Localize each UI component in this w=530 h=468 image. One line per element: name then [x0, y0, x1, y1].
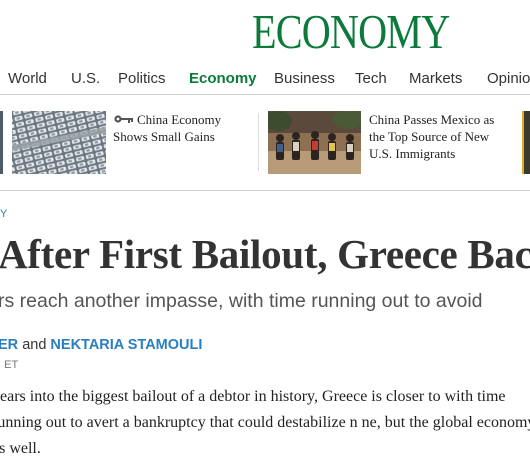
- nav-item-markets[interactable]: Markets: [409, 70, 462, 87]
- promo-divider: [258, 113, 259, 171]
- main-nav: World U.S. Politics Economy Business Tec…: [0, 62, 530, 95]
- article-summary: rs reach another impasse, with time runn…: [0, 290, 483, 312]
- nav-item-tech[interactable]: Tech: [355, 70, 387, 87]
- crowd-image: [268, 111, 361, 174]
- section-title[interactable]: ECONOMY: [252, 6, 450, 58]
- promo-thumbnail-cars[interactable]: [12, 111, 106, 174]
- promo-headline-china-economy[interactable]: China Economy Shows Small Gains: [113, 111, 249, 145]
- key-icon: [114, 210, 134, 220]
- promo-thumbnail[interactable]: [522, 111, 530, 174]
- nav-item-opinion[interactable]: Opinio: [487, 70, 530, 87]
- author-link[interactable]: ER: [0, 337, 18, 353]
- nav-item-business[interactable]: Business: [274, 70, 335, 87]
- nav-item-us[interactable]: U.S.: [71, 70, 100, 87]
- cars-image: [12, 111, 106, 174]
- article-headline: After First Bailout, Greece Bac: [0, 231, 530, 277]
- masthead: ECONOMY: [0, 0, 530, 62]
- article-body: years into the biggest bailout of a debt…: [0, 388, 530, 457]
- author-link[interactable]: NEKTARIA STAMOULI: [50, 337, 202, 353]
- article-kicker[interactable]: Y: [0, 208, 7, 220]
- nav-item-politics[interactable]: Politics: [118, 70, 166, 87]
- article-timestamp: . ET: [0, 359, 19, 371]
- byline: ER and NEKTARIA STAMOULI: [0, 337, 202, 353]
- nav-item-economy[interactable]: Economy: [189, 70, 257, 87]
- promo-headline-immigrants[interactable]: China Passes Mexico as the Top Source of…: [369, 111, 509, 162]
- promo-strip: China Economy Shows Small Gains China Pa…: [0, 95, 530, 191]
- nav-item-world[interactable]: World: [8, 70, 47, 87]
- promo-thumbnail-crowd[interactable]: [268, 111, 361, 174]
- byline-joiner: and: [22, 337, 47, 353]
- promo-thumbnail[interactable]: [0, 111, 3, 174]
